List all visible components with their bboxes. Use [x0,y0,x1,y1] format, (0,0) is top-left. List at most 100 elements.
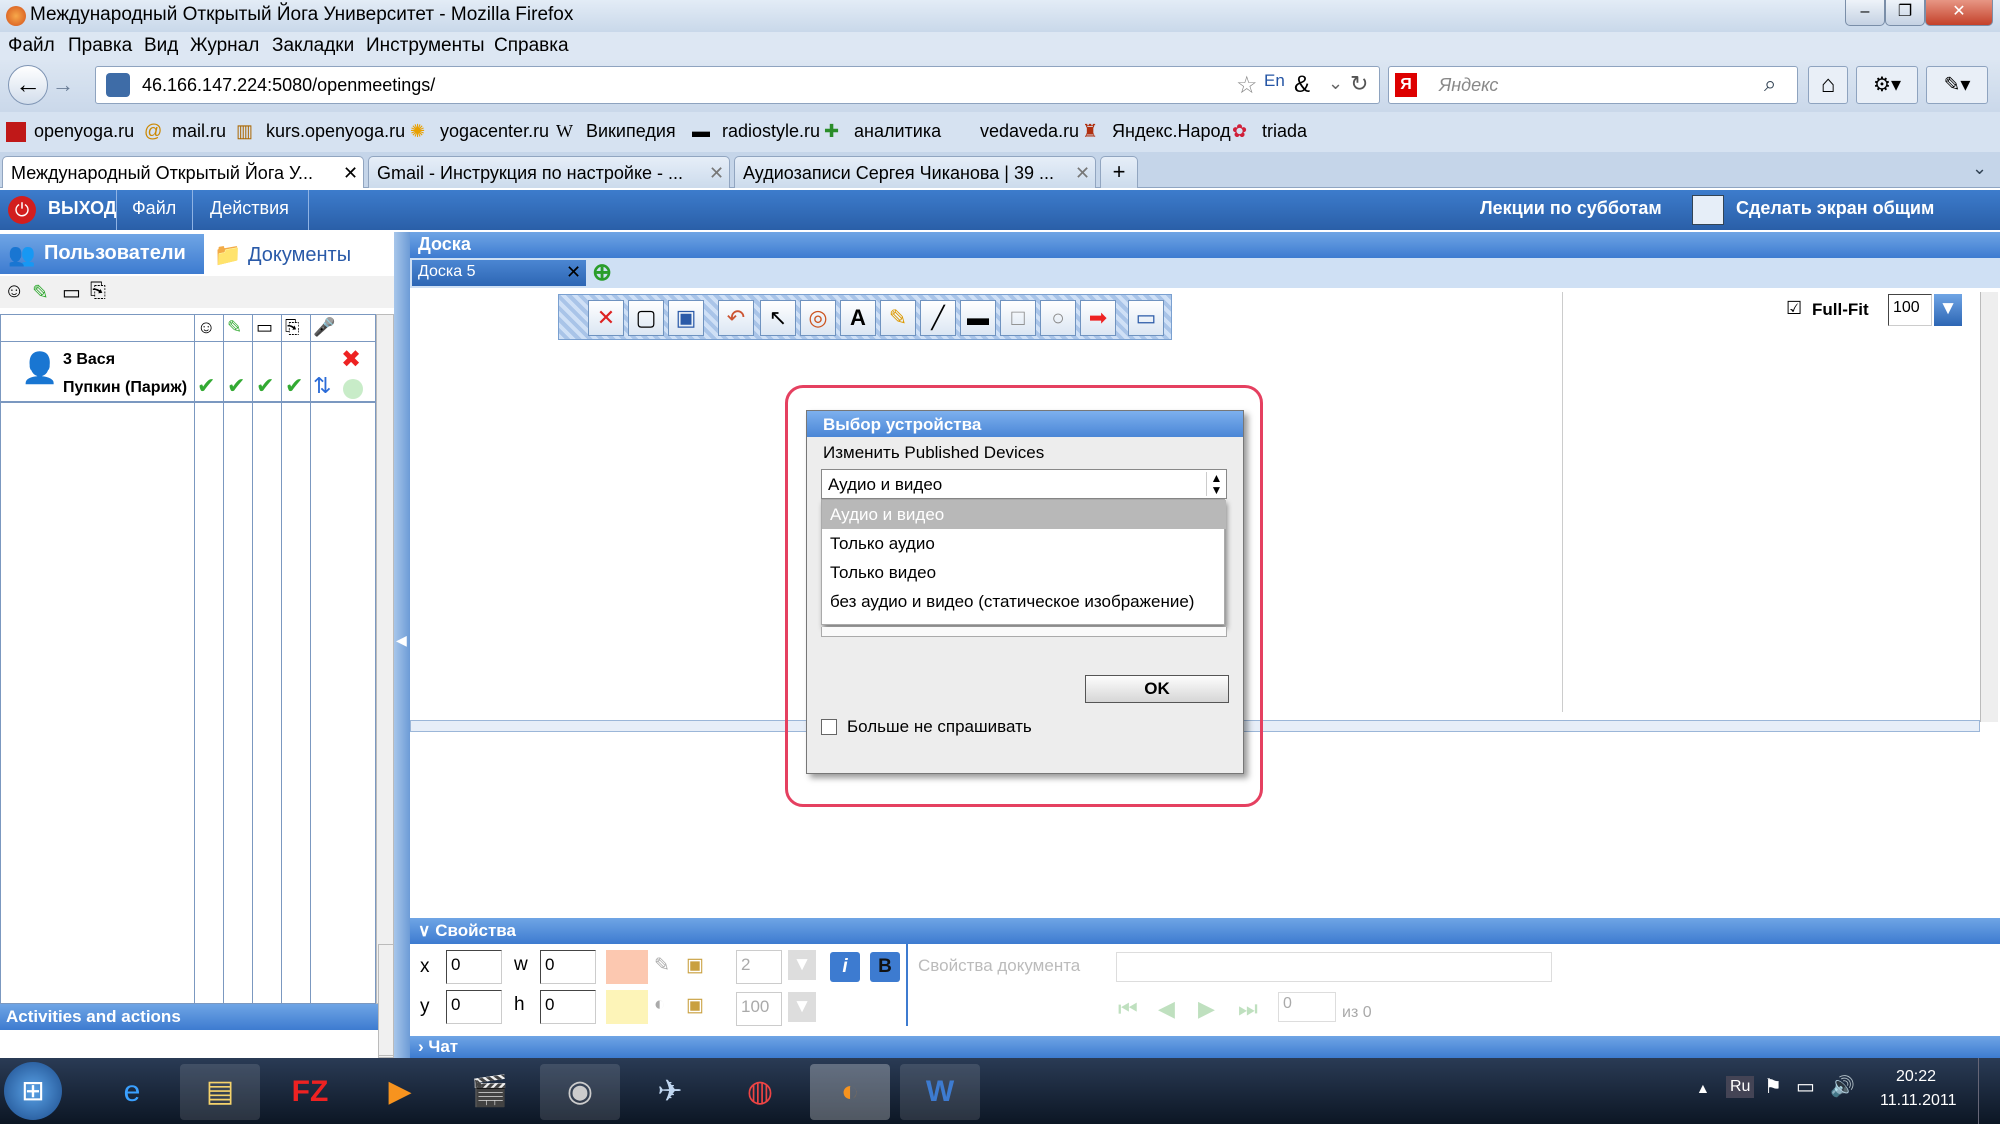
exit-button[interactable]: ВЫХОД [48,198,117,219]
undo-icon[interactable]: ↶ [718,300,754,336]
maximize-button[interactable]: ❐ [1885,0,1925,26]
dropdown-arrow-icon[interactable]: ⌄ [1328,73,1343,94]
screen-tool-icon[interactable]: ▭ [1128,300,1164,336]
fill-color-swatch[interactable] [606,990,648,1024]
rectangle-tool-icon[interactable]: □ [1000,300,1036,336]
close-button[interactable]: ✕ [1925,0,1993,26]
first-page-icon[interactable]: ⏮ [1118,996,1138,1022]
line-width-dropdown[interactable]: ▼ [788,950,816,980]
menu-tools[interactable]: Инструменты [366,35,484,57]
next-page-icon[interactable]: ▶ [1198,996,1215,1022]
line-width-input[interactable]: 2 [736,950,782,984]
prev-page-icon[interactable]: ◀ [1158,996,1175,1022]
doc-props-select[interactable] [1116,952,1552,982]
option-video-only[interactable]: Только видео [822,558,1226,587]
tray-expand-icon[interactable]: ▲ [1696,1080,1710,1096]
properties-header[interactable]: ∨ Свойства [410,918,2000,944]
actions-menu[interactable]: Действия [210,198,289,219]
star-icon[interactable]: ☆ [1236,71,1258,100]
pointer-icon[interactable]: ↖ [760,300,796,336]
pencil-icon[interactable]: ✎ [32,280,49,305]
italic-button[interactable]: i [830,952,860,982]
video-editor-icon[interactable]: 🎬 [450,1064,530,1120]
dont-ask-checkbox[interactable] [821,719,837,735]
line-color-lock-icon[interactable]: ▣ [686,954,704,977]
language-indicator[interactable]: Ru [1726,1076,1755,1098]
clock-time[interactable]: 20:22 [1896,1068,1936,1086]
canvas-area[interactable] [1562,292,1998,712]
y-input[interactable]: 0 [446,990,502,1024]
w-input[interactable]: 0 [540,950,596,984]
tab-list-icon[interactable]: ⌄ [1972,158,1987,179]
volume-icon[interactable]: 🔊 [1830,1074,1855,1099]
tools-button[interactable]: ✎▾ [1926,66,1988,104]
new-doc-icon[interactable]: ▢ [628,300,664,336]
bookmark-narod[interactable]: Яндекс.Народ [1112,121,1231,142]
menu-edit[interactable]: Правка [68,35,132,57]
app-icon[interactable]: ◉ [540,1064,620,1120]
menu-help[interactable]: Справка [494,35,569,57]
ok-button[interactable]: OK [1085,675,1229,703]
share-screen-button[interactable]: Сделать экран общим [1736,198,1934,219]
firefox-taskbar-icon[interactable]: ◐ [810,1064,890,1120]
minimize-button[interactable]: – [1845,0,1885,26]
device-select[interactable]: Аудио и видео ▲ ▼ [821,469,1227,499]
x-input[interactable]: 0 [446,950,502,984]
tab-openmeetings[interactable]: Международный Открытый Йога У... ✕ [2,156,364,188]
ellipse-tool-icon[interactable]: ○ [1040,300,1076,336]
last-page-icon[interactable]: ⏭ [1238,996,1258,1022]
close-tab-icon[interactable]: ✕ [1075,163,1090,184]
table-row[interactable]: 👤 3 Вася Пупкин (Париж) ✔ ✔ ✔ ✔ ⇅ ✖ [1,343,377,403]
bookmark-radiostyle[interactable]: radiostyle.ru [722,121,820,142]
underline-tool-icon[interactable]: ▬ [960,300,996,336]
clipboard-icon[interactable]: ⎘ [90,280,106,303]
url-bar[interactable]: 46.166.147.224:5080/openmeetings/ ☆ En &… [95,66,1380,104]
menu-history[interactable]: Журнал [190,35,259,57]
bookmark-analytics[interactable]: аналитика [854,121,941,142]
sync-icon[interactable]: ⇅ [313,373,331,399]
save-icon[interactable]: ▣ [668,300,704,336]
page-input[interactable]: 0 [1278,992,1336,1022]
file-menu[interactable]: Файл [132,198,176,219]
user-list-scrollbar[interactable] [376,314,394,1004]
bookmark-wikipedia[interactable]: Википедия [586,121,676,142]
users-tool-icon[interactable]: ☺ [4,280,24,303]
opera-like-icon[interactable]: ◍ [720,1064,800,1120]
option-audio-video[interactable]: Аудио и видео [822,500,1226,529]
network-app-icon[interactable]: ✈ [630,1064,710,1120]
start-button[interactable]: ⊞ [4,1062,62,1120]
arrow-tool-icon[interactable]: ➡ [1080,300,1116,336]
check-icon[interactable]: ✔ [285,373,303,399]
addon-button[interactable]: ⚙▾ [1856,66,1918,104]
fill-color-icon[interactable]: ◐ [654,994,665,1016]
bookmark-kurs[interactable]: kurs.openyoga.ru [266,121,405,142]
search-field[interactable]: Я Яндекс ⌕ [1388,66,1798,104]
forward-button[interactable]: → [52,72,74,98]
chat-header[interactable]: › Чат [410,1036,2000,1058]
back-button[interactable]: ← [8,65,48,105]
check-icon[interactable]: ✔ [227,373,245,399]
search-icon[interactable]: ⌕ [1764,71,1776,97]
zoom-dropdown[interactable]: ▼ [1934,294,1962,326]
ie-icon[interactable]: e [92,1064,172,1120]
network-icon[interactable]: ▭ [1796,1074,1815,1099]
check-icon[interactable]: ✔ [256,373,274,399]
home-button[interactable]: ⌂ [1808,66,1848,104]
tab-documents[interactable]: Документы [248,244,351,267]
tab-gmail[interactable]: Gmail - Инструкция по настройке - ... ✕ [368,156,730,188]
screen-icon[interactable]: ▭ [62,280,81,305]
add-whiteboard-icon[interactable]: ⊕ [592,258,612,287]
kick-user-icon[interactable]: ✖ [341,345,361,374]
fullfit-checkbox[interactable]: ☑ [1786,298,1802,319]
option-audio-only[interactable]: Только аудио [822,529,1226,558]
flag-icon[interactable]: ⚑ [1764,1074,1782,1099]
text-tool-icon[interactable]: A [840,300,876,336]
zoom-tool-icon[interactable]: ◎ [800,300,836,336]
media-player-icon[interactable]: ▶ [360,1064,440,1120]
whiteboard-tab[interactable]: Доска 5 [412,260,586,286]
check-icon[interactable]: ✔ [197,373,215,399]
line-color-swatch[interactable] [606,950,648,984]
line-color-pencil-icon[interactable]: ✎ [654,954,670,977]
new-tab-button[interactable]: + [1100,156,1138,188]
show-desktop-button[interactable] [1978,1058,2000,1124]
